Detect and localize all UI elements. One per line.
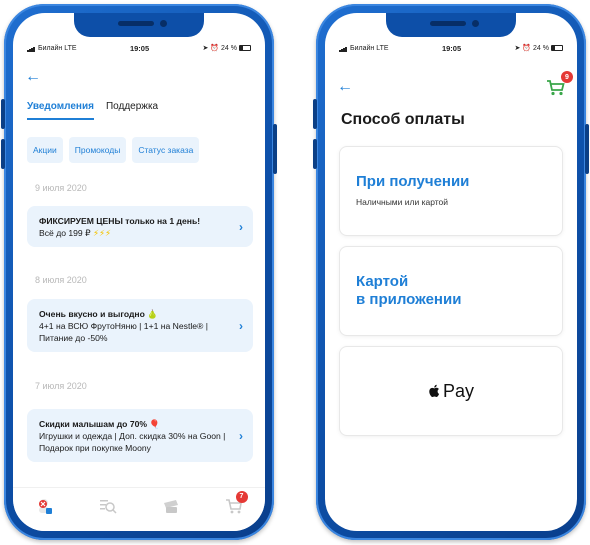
- notification-title: ФИКСИРУЕМ ЦЕНЫ: [39, 216, 123, 226]
- cart-badge: 9: [561, 71, 573, 83]
- apple-icon: [429, 384, 440, 398]
- status-time: 19:05: [441, 43, 462, 53]
- notification-title-rest: только на 1 день!: [122, 216, 201, 226]
- profile-icon[interactable]: [33, 495, 57, 517]
- network-label: LTE: [64, 44, 77, 52]
- status-left: Билайн LTE: [339, 45, 389, 52]
- volume-down-button: [313, 139, 317, 169]
- signal-icon: [27, 45, 35, 52]
- notification-body: Игрушки и одежда | Доп. скидка 30% на Go…: [39, 431, 226, 453]
- option-subtitle: Наличными или картой: [356, 197, 449, 207]
- option-title: При получении: [356, 173, 470, 190]
- screen-notifications: Билайн LTE 19:05 ➤ ⏰ 24 % ← Уведомления …: [13, 13, 265, 531]
- lightning-icon: ⚡⚡⚡: [92, 228, 112, 238]
- signal-icon: [339, 45, 347, 52]
- chip-order-status[interactable]: Статус заказа: [132, 137, 200, 163]
- notification-card[interactable]: Очень вкусно и выгодно 🍐 4+1 на ВСЮ Фрут…: [27, 299, 253, 352]
- notch: [74, 13, 204, 37]
- back-arrow-icon[interactable]: ←: [337, 79, 353, 95]
- battery-percent: 24 %: [221, 45, 237, 52]
- option-title-line1: Картой: [356, 273, 409, 290]
- chevron-right-icon: ›: [239, 219, 243, 234]
- option-title-line2: в приложении: [356, 291, 462, 308]
- balloon-icon: 🎈: [149, 419, 161, 429]
- volume-up-button: [313, 99, 317, 129]
- tabs: Уведомления Поддержка: [27, 101, 251, 120]
- apple-pay-label: Pay: [442, 380, 475, 401]
- chevron-right-icon: ›: [239, 318, 243, 333]
- cart-icon[interactable]: 9: [545, 71, 573, 99]
- status-bar: Билайн LTE 19:05 ➤ ⏰ 24 %: [339, 41, 563, 55]
- phone-right: Билайн LTE 19:05 ➤ ⏰ 24 % ← 9 Способ опл…: [313, 4, 589, 540]
- date-label: 8 июля 2020: [35, 275, 87, 285]
- date-label: 7 июля 2020: [35, 381, 87, 391]
- carrier-label: Билайн: [38, 44, 63, 52]
- battery-icon: [551, 45, 563, 52]
- status-right: ➤ ⏰ 24 %: [203, 44, 251, 52]
- bottom-tab-bar: 7: [13, 487, 265, 531]
- chip-promocodes[interactable]: Промокоды: [68, 137, 127, 163]
- status-left: Билайн LTE: [27, 45, 77, 52]
- notification-card[interactable]: ФИКСИРУЕМ ЦЕНЫ только на 1 день! Всё до …: [27, 206, 253, 247]
- carrier-label: Билайн: [350, 44, 375, 52]
- payment-option-on-delivery[interactable]: При получении Наличными или картой: [339, 146, 563, 236]
- notification-card[interactable]: Скидки малышам до 70% 🎈 Игрушки и одежда…: [27, 409, 253, 462]
- cart-icon[interactable]: 7: [222, 490, 248, 517]
- back-arrow-icon[interactable]: ←: [25, 69, 41, 85]
- phone-left: Билайн LTE 19:05 ➤ ⏰ 24 % ← Уведомления …: [1, 4, 277, 540]
- payment-option-apple-pay[interactable]: Pay: [339, 346, 563, 436]
- power-button: [273, 124, 277, 174]
- page-title: Способ оплаты: [341, 111, 465, 128]
- power-button: [585, 124, 589, 174]
- chevron-right-icon: ›: [239, 428, 243, 443]
- apple-pay-logo: Pay: [356, 373, 546, 435]
- status-right: ➤ ⏰ 24 %: [515, 44, 563, 52]
- catalog-search-icon[interactable]: [96, 495, 120, 517]
- network-label: LTE: [376, 44, 389, 52]
- notification-title: Очень вкусно и выгодно: [39, 309, 145, 319]
- battery-icon: [239, 45, 251, 52]
- notification-body: Всё до 199 ₽: [39, 228, 91, 238]
- tab-notifications[interactable]: Уведомления: [27, 101, 94, 120]
- notch: [386, 13, 516, 37]
- date-label: 9 июля 2020: [35, 183, 87, 193]
- status-bar: Билайн LTE 19:05 ➤ ⏰ 24 %: [27, 41, 251, 55]
- pear-icon: 🍐: [147, 309, 158, 319]
- cart-badge: 7: [235, 490, 248, 503]
- volume-up-button: [1, 99, 5, 129]
- screen-payment-method: Билайн LTE 19:05 ➤ ⏰ 24 % ← 9 Способ опл…: [325, 13, 577, 531]
- chip-promotions[interactable]: Акции: [27, 137, 63, 163]
- status-time: 19:05: [129, 43, 150, 53]
- battery-percent: 24 %: [533, 45, 549, 52]
- filter-chips: Акции Промокоды Статус заказа: [27, 137, 200, 163]
- gift-icon[interactable]: [159, 495, 183, 517]
- notification-body: 4+1 на ВСЮ ФрутоНяню | 1+1 на Nestle® | …: [39, 321, 208, 343]
- notification-title: Скидки малышам до 70%: [39, 419, 148, 429]
- tab-support[interactable]: Поддержка: [106, 101, 158, 120]
- payment-option-card-in-app[interactable]: Картой в приложении: [339, 246, 563, 336]
- volume-down-button: [1, 139, 5, 169]
